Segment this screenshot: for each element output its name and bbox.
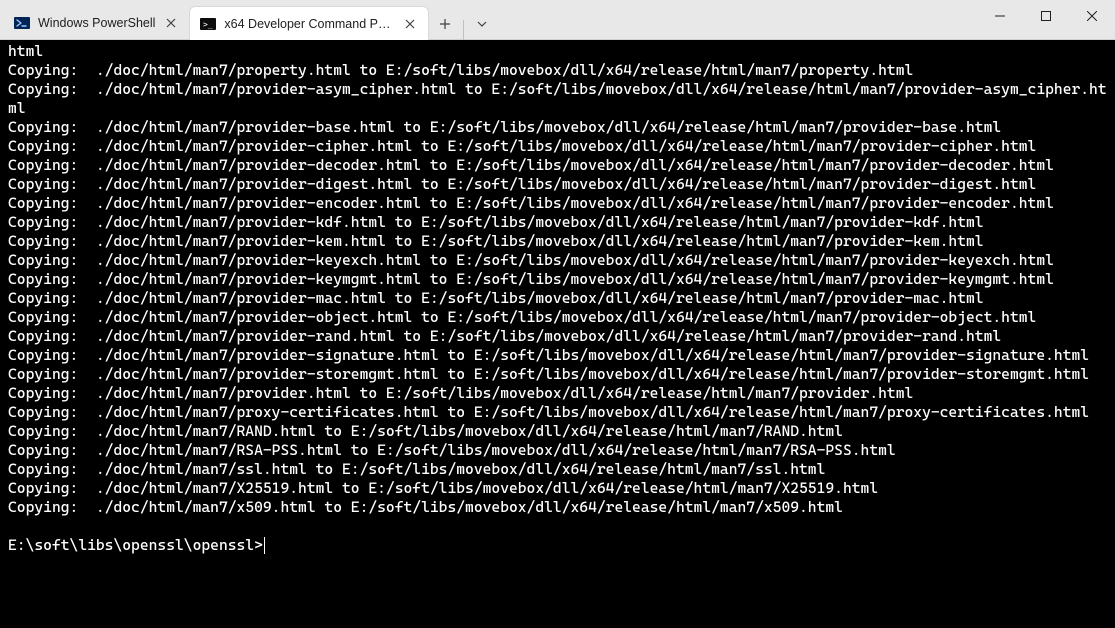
powershell-icon xyxy=(14,15,30,31)
maximize-button[interactable] xyxy=(1023,0,1069,32)
svg-text:>_: >_ xyxy=(203,20,213,29)
tab-powershell[interactable]: Windows PowerShell xyxy=(4,6,189,40)
close-window-button[interactable] xyxy=(1069,0,1115,32)
close-icon xyxy=(166,18,176,28)
terminal-scrollback: html Copying: ./doc/html/man7/property.h… xyxy=(8,42,1107,516)
close-icon xyxy=(1087,11,1097,21)
close-tab-button[interactable] xyxy=(402,16,418,32)
tab-label: Windows PowerShell xyxy=(38,16,155,30)
new-tab-button[interactable] xyxy=(429,8,461,40)
maximize-icon xyxy=(1041,11,1051,21)
tab-divider xyxy=(463,20,464,40)
minimize-button[interactable] xyxy=(977,0,1023,32)
titlebar: Windows PowerShell >_ x64 Developer Comm… xyxy=(0,0,1115,40)
close-icon xyxy=(405,19,415,29)
terminal-cursor xyxy=(264,537,265,554)
tab-strip: Windows PowerShell >_ x64 Developer Comm… xyxy=(0,0,498,40)
tab-label: x64 Developer Command Prom xyxy=(224,17,394,31)
close-tab-button[interactable] xyxy=(163,15,179,31)
new-tab-dropdown-button[interactable] xyxy=(466,8,498,40)
chevron-down-icon xyxy=(477,19,487,29)
terminal-prompt: E:\soft\libs\openssl\openssl> xyxy=(8,536,263,554)
tab-dev-cmd[interactable]: >_ x64 Developer Command Prom xyxy=(189,6,429,40)
cmd-icon: >_ xyxy=(200,16,216,32)
terminal-output[interactable]: html Copying: ./doc/html/man7/property.h… xyxy=(0,40,1115,628)
window-controls xyxy=(977,0,1115,32)
minimize-icon xyxy=(995,11,1005,21)
plus-icon xyxy=(439,18,451,30)
